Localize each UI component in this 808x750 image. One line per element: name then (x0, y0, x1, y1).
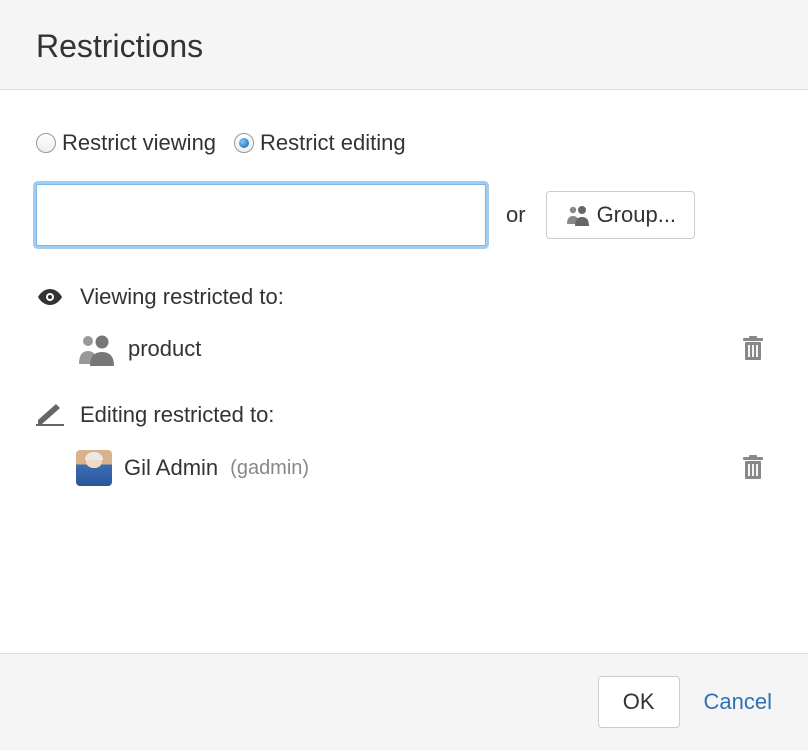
editing-section-header: Editing restricted to: (36, 402, 772, 428)
editing-entry-name: Gil Admin (124, 455, 218, 481)
user-search-row: or Group... (36, 184, 772, 246)
group-picker-button[interactable]: Group... (546, 191, 695, 239)
viewing-section-label: Viewing restricted to: (80, 284, 284, 310)
editing-entry-username: (gadmin) (230, 457, 309, 480)
viewing-entry-name: product (128, 336, 201, 362)
editing-entry-row: Gil Admin (gadmin) (36, 450, 772, 486)
editing-section-label: Editing restricted to: (80, 402, 274, 428)
remove-viewing-entry-button[interactable] (742, 336, 764, 362)
pencil-icon (36, 404, 64, 426)
remove-editing-entry-button[interactable] (742, 455, 764, 481)
user-search-input[interactable] (36, 184, 486, 246)
radio-icon (234, 133, 254, 153)
restrict-viewing-radio[interactable]: Restrict viewing (36, 130, 216, 156)
eye-icon (36, 287, 64, 307)
cancel-link[interactable]: Cancel (704, 689, 772, 715)
user-avatar-icon (76, 450, 112, 486)
restriction-type-radios: Restrict viewing Restrict editing (36, 130, 772, 156)
viewing-section-header: Viewing restricted to: (36, 284, 772, 310)
restrict-viewing-label: Restrict viewing (62, 130, 216, 156)
radio-icon (36, 133, 56, 153)
group-icon (76, 332, 116, 366)
restrict-editing-label: Restrict editing (260, 130, 406, 156)
editing-entry: Gil Admin (gadmin) (76, 450, 309, 486)
group-icon (565, 204, 591, 226)
dialog-title: Restrictions (36, 28, 772, 65)
group-button-label: Group... (597, 202, 676, 228)
dialog-content: Restrict viewing Restrict editing or Gro… (0, 90, 808, 653)
restrict-editing-radio[interactable]: Restrict editing (234, 130, 406, 156)
dialog-header: Restrictions (0, 0, 808, 90)
viewing-entry: product (76, 332, 201, 366)
dialog-footer: OK Cancel (0, 653, 808, 750)
or-label: or (506, 202, 526, 228)
ok-button[interactable]: OK (598, 676, 680, 728)
viewing-entry-row: product (36, 332, 772, 366)
